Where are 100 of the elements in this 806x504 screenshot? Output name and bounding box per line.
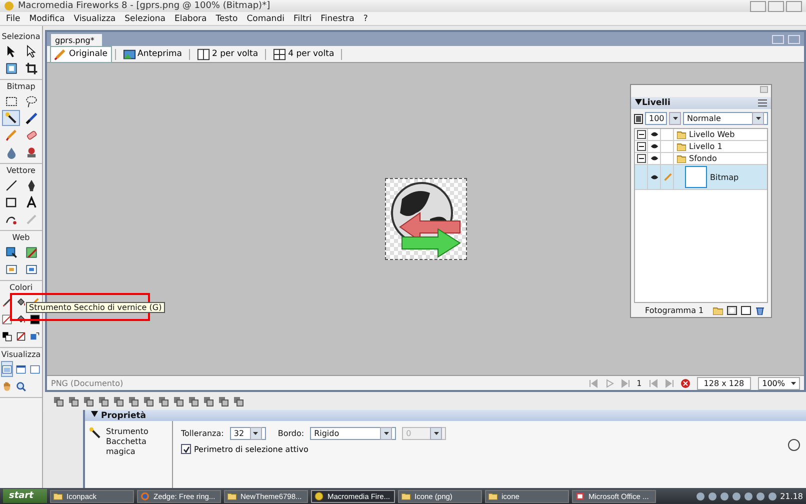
start-button[interactable]: start (3, 489, 48, 503)
menu-item[interactable]: Visualizza (74, 14, 116, 24)
toolbar-button[interactable] (173, 396, 184, 406)
toolbar-button[interactable] (53, 396, 64, 406)
close-button[interactable] (786, 0, 802, 12)
stack-icon (53, 396, 64, 406)
panel-title[interactable]: Proprietà (91, 410, 146, 420)
folder-icon (488, 491, 498, 501)
freeform-icon (24, 212, 38, 226)
menu-item[interactable]: Elabora (174, 14, 207, 24)
scale-icon (4, 62, 18, 74)
hide-icon (4, 262, 18, 276)
menu-item[interactable]: File (6, 14, 20, 24)
view-tab[interactable]: 4 per volta (269, 46, 338, 62)
layer-thumbnail (685, 166, 707, 188)
eye-icon[interactable] (650, 172, 658, 182)
stack-icon (128, 396, 139, 406)
view-tab[interactable]: 2 per volta (193, 46, 262, 62)
view-tab[interactable]: Anteprima (118, 46, 186, 62)
tolerance-field[interactable]: 32 (230, 427, 266, 440)
caret-icon (756, 117, 760, 120)
trash-icon[interactable] (755, 306, 765, 314)
menu-item[interactable]: Testo (216, 14, 238, 24)
selection-outline-checkbox[interactable]: Perimetro di selezione attivo (181, 444, 446, 454)
folder-icon (53, 491, 64, 501)
menu-item[interactable]: Finestra (320, 14, 354, 24)
tool-button[interactable] (2, 110, 20, 126)
maximize-button[interactable] (768, 0, 784, 12)
layer-row[interactable]: Bitmap (635, 165, 767, 190)
menu-item[interactable]: Filtri (293, 14, 312, 24)
stack-icon (143, 396, 154, 406)
toolbar-button[interactable] (203, 396, 214, 406)
section-title: Visualizza (1, 350, 41, 359)
toolbar-button[interactable] (188, 396, 199, 406)
mask-icon[interactable] (727, 306, 737, 314)
menu-item[interactable]: ? (363, 14, 368, 24)
bucket-icon (16, 296, 26, 308)
canvas-size-field[interactable]: 128 x 128 (696, 376, 752, 390)
standard-mode-icon (2, 362, 12, 376)
toolbar-button[interactable] (83, 396, 94, 406)
stroke-swatch-icon (2, 312, 12, 326)
layer-row[interactable]: Livello 1 (635, 141, 767, 153)
layer-row[interactable]: Livello Web (635, 129, 767, 141)
minimize-button[interactable] (750, 0, 766, 12)
stack-icon (233, 396, 244, 406)
caret-icon (791, 382, 796, 384)
opacity-field[interactable]: 100 (645, 112, 667, 125)
bucket-icon (16, 312, 26, 326)
folder-icon (227, 491, 238, 501)
toolbar-button[interactable] (128, 396, 139, 406)
layer-name: Livello 1 (689, 142, 722, 151)
view-tab[interactable]: Originale (50, 46, 112, 62)
toolbar-button[interactable] (158, 396, 169, 406)
edge-dropdown[interactable]: Rigido (310, 427, 396, 440)
toolbar-button[interactable] (143, 396, 154, 406)
caret-icon (384, 432, 389, 435)
document-tab[interactable]: gprs.png* (51, 34, 102, 46)
frame-number: 1 (636, 378, 642, 388)
tool-button[interactable] (1, 361, 13, 377)
stack-icon (188, 396, 199, 406)
office-icon (575, 491, 586, 501)
zoom-dropdown[interactable]: 100% (758, 376, 800, 390)
layer-name: Bitmap (710, 172, 739, 182)
four-up-icon (273, 48, 286, 60)
menu-icon[interactable] (758, 99, 767, 107)
toolbar-button[interactable] (98, 396, 109, 406)
menu-item[interactable]: Seleziona (124, 14, 166, 24)
blend-mode-dropdown[interactable]: Normale (683, 112, 768, 125)
new-layer-icon[interactable] (741, 306, 751, 314)
subselect-icon (24, 44, 38, 58)
toolbar-button[interactable] (113, 396, 124, 406)
zoom-icon (16, 380, 26, 392)
tool-name: Strumento Bacchetta magica (106, 427, 150, 458)
folder-icon[interactable] (713, 306, 723, 314)
caret-icon (253, 432, 258, 435)
help-icon[interactable] (788, 439, 800, 451)
swap-colors-icon (30, 330, 40, 342)
two-up-icon (197, 48, 210, 60)
collapse-icon[interactable] (636, 154, 646, 163)
collapse-icon[interactable] (636, 130, 646, 139)
dropdown-button[interactable] (380, 427, 392, 440)
toolbar-button[interactable] (218, 396, 229, 406)
crop-icon (24, 62, 38, 74)
dropdown-button[interactable] (669, 112, 681, 125)
stack-icon (158, 396, 169, 406)
line-icon (4, 178, 18, 192)
caret-icon (672, 117, 678, 120)
dropdown-button[interactable] (250, 427, 262, 440)
toolbar-button[interactable] (233, 396, 244, 406)
toolbar-button[interactable] (68, 396, 79, 406)
menu-item[interactable]: Modifica (29, 14, 65, 24)
frame-label: Fotogramma 1 (645, 306, 704, 314)
stack-icon (218, 396, 229, 406)
caret-icon (434, 432, 439, 435)
full-mode-icon (30, 362, 40, 376)
dropdown-button[interactable] (752, 112, 764, 125)
stack-icon (113, 396, 124, 406)
menu-item[interactable]: Comandi (246, 14, 284, 24)
collapse-icon[interactable] (636, 142, 646, 151)
show-icon (24, 262, 38, 276)
